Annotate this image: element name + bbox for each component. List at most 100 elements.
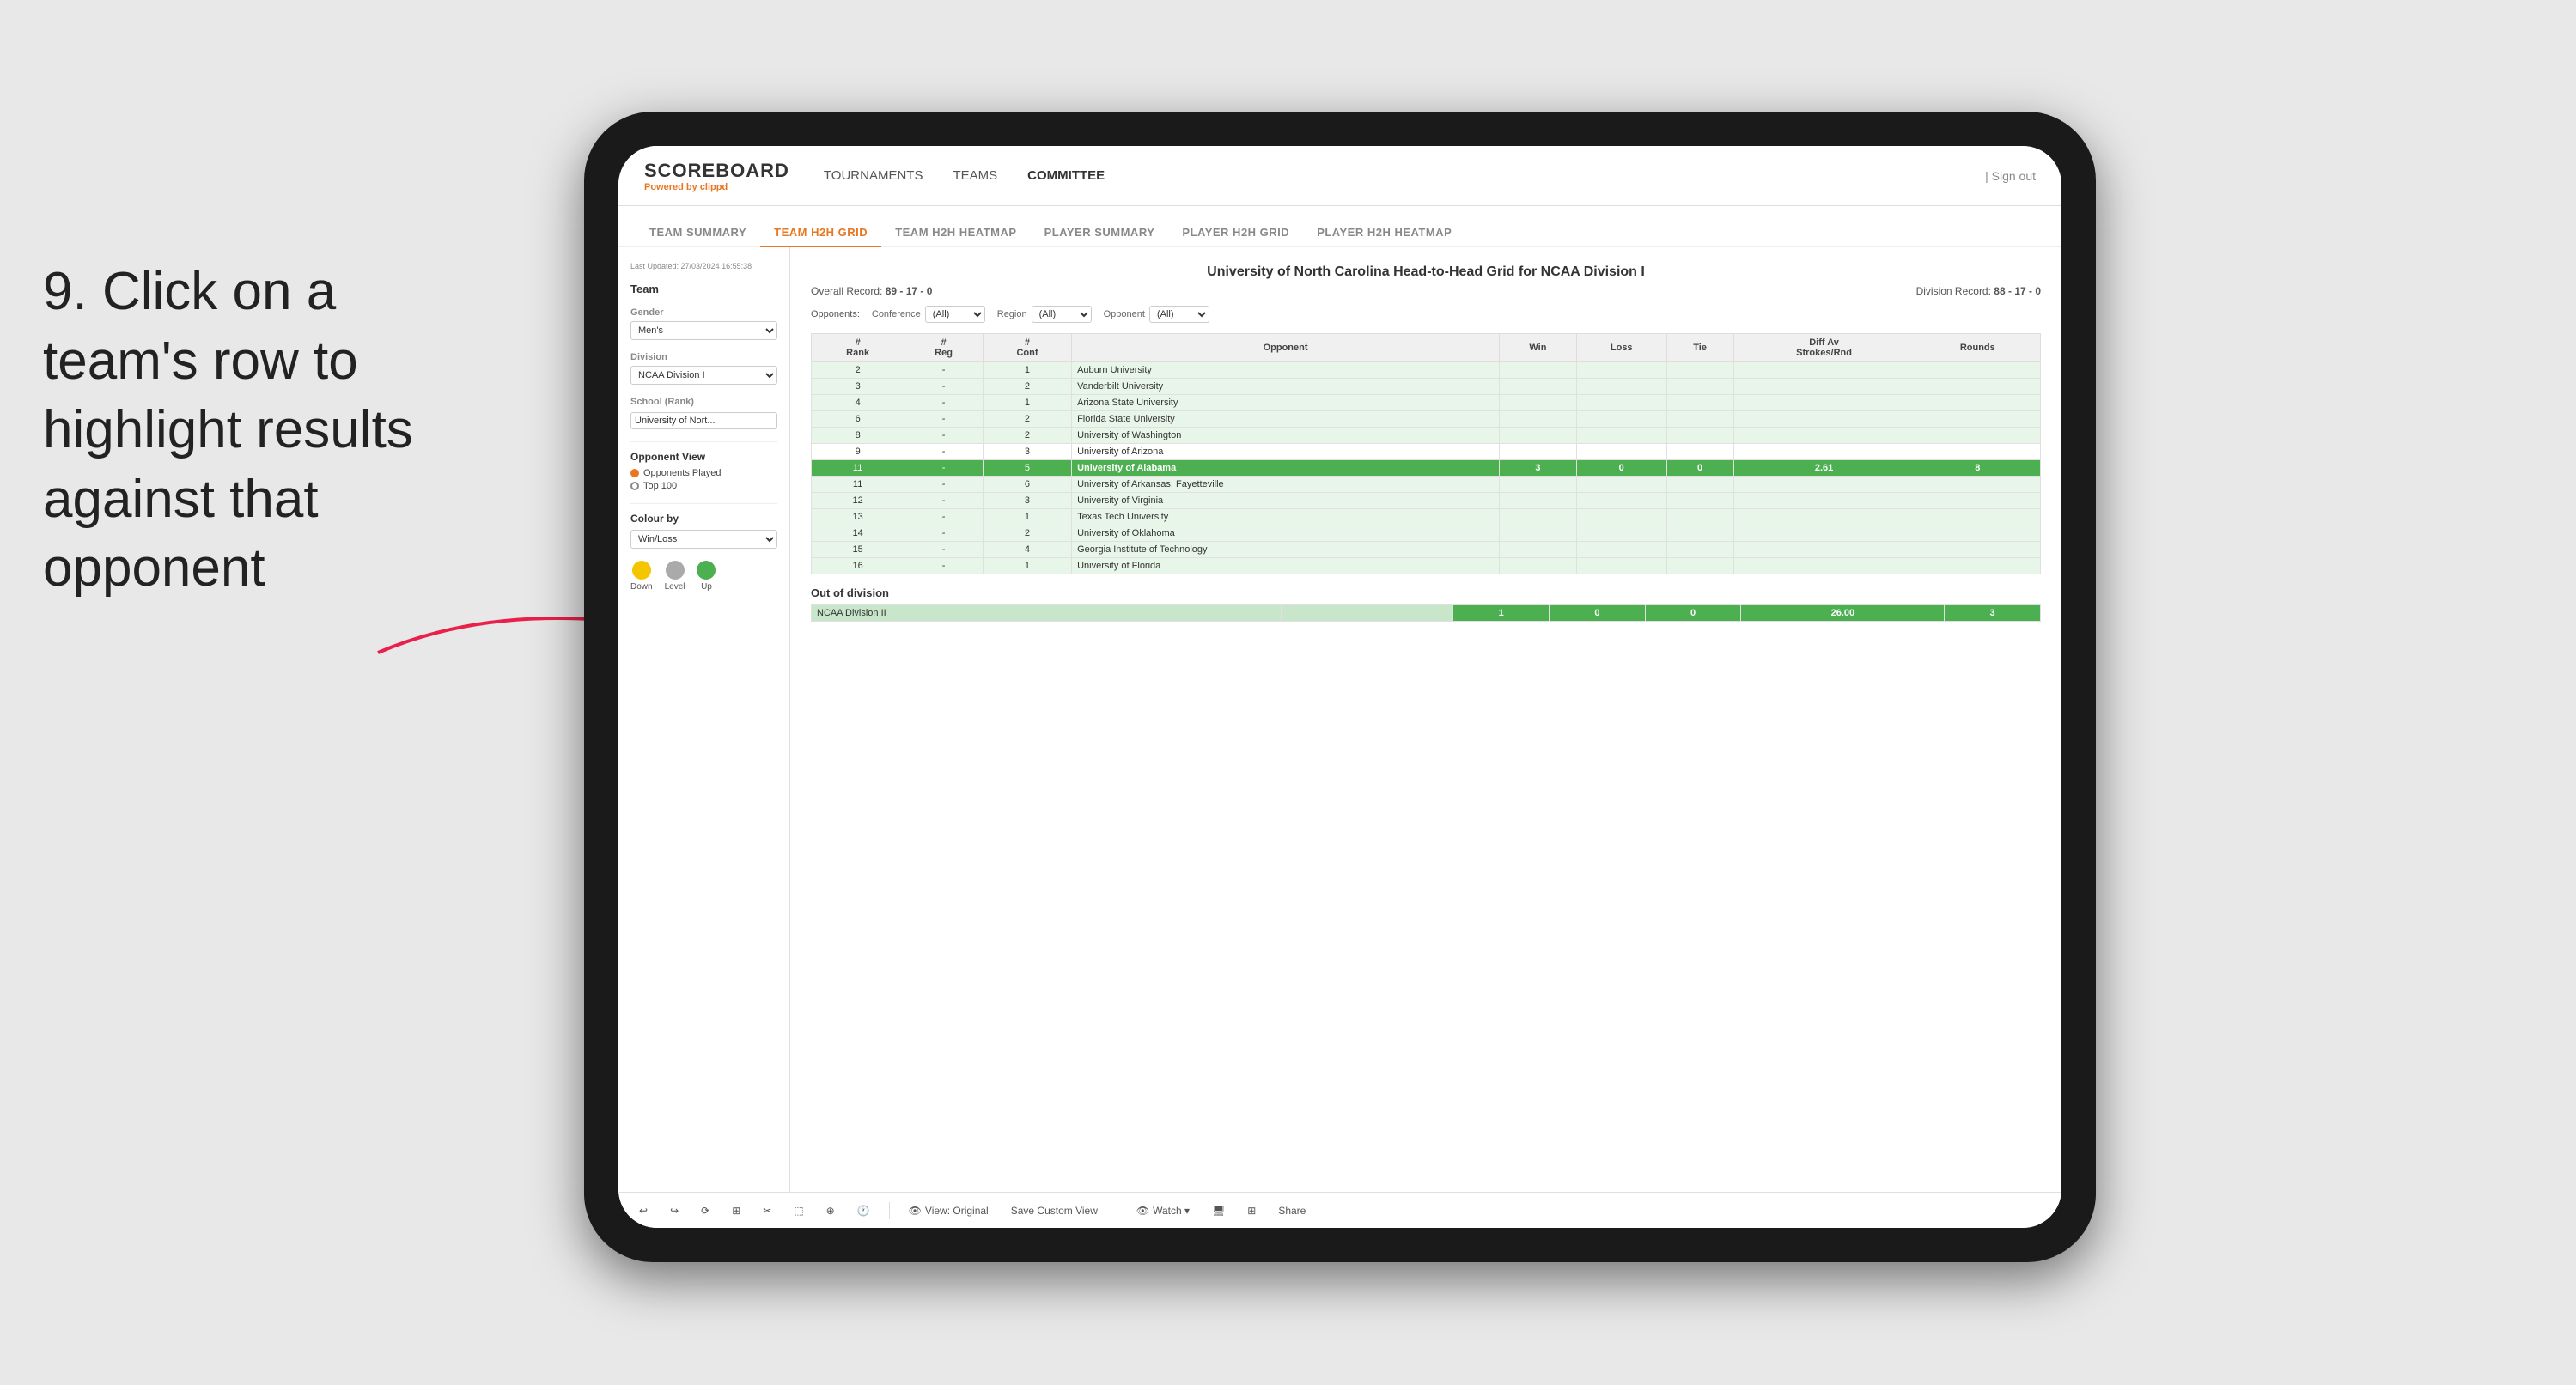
grid-panel: University of North Carolina Head-to-Hea… xyxy=(790,247,2061,1192)
instruction-body: Click on a team's row to highlight resul… xyxy=(43,262,413,598)
table-row[interactable]: 11-6University of Arkansas, Fayetteville xyxy=(812,477,2041,493)
col-opponent: Opponent xyxy=(1072,334,1500,362)
table-row[interactable]: 3-2Vanderbilt University xyxy=(812,379,2041,395)
toolbar-clipboard[interactable]: ⬚ xyxy=(787,1202,810,1219)
toolbar-save-custom[interactable]: Save Custom View xyxy=(1004,1202,1105,1219)
cell-tie xyxy=(1666,509,1733,525)
toolbar-monitor[interactable]: 🖥 xyxy=(1205,1202,1232,1219)
toolbar-grid-view[interactable]: ⊞ xyxy=(725,1202,747,1219)
toolbar-add[interactable]: ⊕ xyxy=(819,1202,842,1219)
cell-diff xyxy=(1733,411,1915,428)
opponent-filter-select[interactable]: (All) xyxy=(1149,306,1209,323)
radio-top100[interactable]: Top 100 xyxy=(630,481,777,491)
cell-win xyxy=(1500,558,1577,574)
sidebar-colour-section: Colour by Win/Loss Strokes xyxy=(630,513,777,549)
cell-reg: - xyxy=(904,558,984,574)
cell-opponent: Auburn University xyxy=(1072,362,1500,379)
main-content: Last Updated: 27/03/2024 16:55:38 Team G… xyxy=(618,247,2061,1192)
cell-opponent: University of Arkansas, Fayetteville xyxy=(1072,477,1500,493)
division-record: Division Record: 88 - 17 - 0 xyxy=(1916,285,2041,297)
cell-diff xyxy=(1733,395,1915,411)
tab-player-summary[interactable]: PLAYER SUMMARY xyxy=(1031,219,1169,247)
table-row[interactable]: 11-5University of Alabama3002.618 xyxy=(812,460,2041,477)
toolbar-watch[interactable]: 👁 Watch ▾ xyxy=(1130,1202,1197,1219)
cell-reg: - xyxy=(904,460,984,477)
cell-rounds: 8 xyxy=(1915,460,2040,477)
tab-team-h2h-heatmap[interactable]: TEAM H2H HEATMAP xyxy=(881,219,1030,247)
nav-teams[interactable]: TEAMS xyxy=(953,168,997,183)
cell-rank: 16 xyxy=(812,558,904,574)
radio-opponents-played[interactable]: Opponents Played xyxy=(630,468,777,478)
legend-up-dot xyxy=(697,561,716,580)
tab-player-h2h-heatmap[interactable]: PLAYER H2H HEATMAP xyxy=(1303,219,1465,247)
conference-filter-select[interactable]: (All) xyxy=(925,306,985,323)
out-division-table: NCAA Division II 1 0 0 26.00 3 xyxy=(811,604,2041,622)
toolbar-view-original[interactable]: 👁 View: Original xyxy=(902,1202,996,1219)
toolbar-refresh[interactable]: ⟳ xyxy=(694,1202,716,1219)
cell-rank: 14 xyxy=(812,525,904,542)
grid-records: Overall Record: 89 - 17 - 0 Division Rec… xyxy=(811,285,2041,297)
table-row[interactable]: 9-3University of Arizona xyxy=(812,444,2041,460)
table-row[interactable]: 16-1University of Florida xyxy=(812,558,2041,574)
cell-opponent: Vanderbilt University xyxy=(1072,379,1500,395)
cell-reg: - xyxy=(904,509,984,525)
toolbar-redo[interactable]: ↪ xyxy=(663,1202,685,1219)
out-division-row[interactable]: NCAA Division II 1 0 0 26.00 3 xyxy=(812,605,2041,622)
toolbar-layout[interactable]: ⊞ xyxy=(1240,1202,1263,1219)
sidebar-timestamp: Last Updated: 27/03/2024 16:55:38 xyxy=(630,261,777,272)
toolbar-share[interactable]: Share xyxy=(1271,1202,1312,1219)
cell-diff xyxy=(1733,542,1915,558)
nav-links: TOURNAMENTS TEAMS COMMITTEE xyxy=(824,168,1985,183)
division-record-value: 88 - 17 - 0 xyxy=(1994,285,2041,297)
toolbar-undo[interactable]: ↩ xyxy=(632,1202,655,1219)
division-select[interactable]: NCAA Division I NCAA Division II NCAA Di… xyxy=(630,366,777,385)
table-row[interactable]: 6-2Florida State University xyxy=(812,411,2041,428)
cell-tie xyxy=(1666,395,1733,411)
cell-tie xyxy=(1666,444,1733,460)
cell-rank: 3 xyxy=(812,379,904,395)
cell-tie xyxy=(1666,558,1733,574)
nav-tournaments[interactable]: TOURNAMENTS xyxy=(824,168,923,183)
region-filter: Region (All) xyxy=(997,306,1092,323)
out-div-rounds: 3 xyxy=(1945,605,2041,622)
cell-rounds xyxy=(1915,395,2040,411)
sidebar: Last Updated: 27/03/2024 16:55:38 Team G… xyxy=(618,247,790,1192)
sign-out[interactable]: | Sign out xyxy=(1985,169,2036,183)
tablet-screen: SCOREBOARD Powered by clippd TOURNAMENTS… xyxy=(618,146,2061,1228)
nav-committee[interactable]: COMMITTEE xyxy=(1027,168,1105,183)
table-row[interactable]: 15-4Georgia Institute of Technology xyxy=(812,542,2041,558)
cell-loss xyxy=(1576,493,1666,509)
table-row[interactable]: 8-2University of Washington xyxy=(812,428,2041,444)
sidebar-divider-1 xyxy=(630,441,777,442)
cell-loss xyxy=(1576,542,1666,558)
cell-loss xyxy=(1576,362,1666,379)
cell-rank: 12 xyxy=(812,493,904,509)
cell-diff xyxy=(1733,477,1915,493)
out-div-loss: 0 xyxy=(1550,605,1646,622)
legend-up-label: Up xyxy=(701,582,712,592)
cell-tie xyxy=(1666,493,1733,509)
colour-by-select[interactable]: Win/Loss Strokes xyxy=(630,530,777,549)
tab-player-h2h-grid[interactable]: PLAYER H2H GRID xyxy=(1168,219,1303,247)
toolbar-cut[interactable]: ✂ xyxy=(756,1202,778,1219)
cell-opponent: University of Virginia xyxy=(1072,493,1500,509)
tab-team-summary[interactable]: TEAM SUMMARY xyxy=(636,219,760,247)
cell-diff xyxy=(1733,493,1915,509)
table-row[interactable]: 14-2University of Oklahoma xyxy=(812,525,2041,542)
toolbar-time[interactable]: 🕐 xyxy=(850,1202,877,1219)
table-row[interactable]: 12-3University of Virginia xyxy=(812,493,2041,509)
data-table: #Rank #Reg #Conf Opponent Win Loss Tie D… xyxy=(811,333,2041,574)
cell-rank: 8 xyxy=(812,428,904,444)
cell-loss xyxy=(1576,558,1666,574)
school-input[interactable] xyxy=(630,412,777,429)
conference-filter-label: Conference xyxy=(872,309,921,319)
cell-win xyxy=(1500,493,1577,509)
gender-select[interactable]: Men's Women's xyxy=(630,321,777,340)
table-row[interactable]: 4-1Arizona State University xyxy=(812,395,2041,411)
table-row[interactable]: 13-1Texas Tech University xyxy=(812,509,2041,525)
table-row[interactable]: 2-1Auburn University xyxy=(812,362,2041,379)
region-filter-select[interactable]: (All) xyxy=(1032,306,1092,323)
cell-rank: 6 xyxy=(812,411,904,428)
col-rank: #Rank xyxy=(812,334,904,362)
tab-team-h2h-grid[interactable]: TEAM H2H GRID xyxy=(760,219,881,247)
